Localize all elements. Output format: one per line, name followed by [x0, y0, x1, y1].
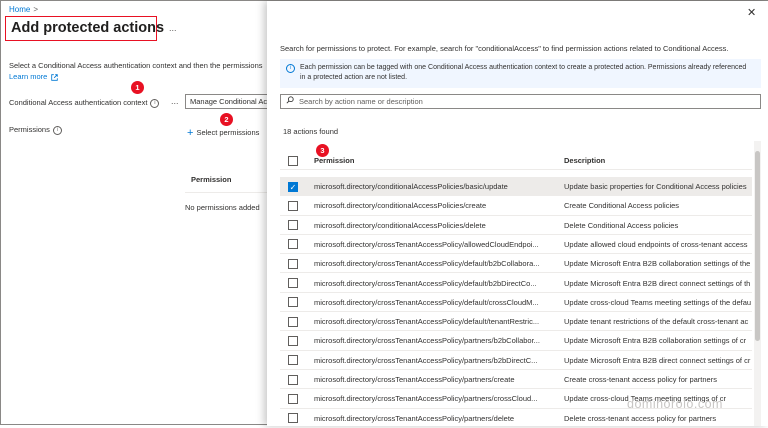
scrollbar-thumb[interactable]: [755, 151, 760, 341]
auth-context-dropdown[interactable]: Manage Conditional Ac: [185, 94, 275, 109]
row-checkbox[interactable]: [288, 374, 298, 385]
breadcrumb-home-link[interactable]: Home: [9, 5, 30, 14]
search-input[interactable]: [299, 95, 739, 108]
row-checkbox[interactable]: [288, 335, 298, 346]
row-checkbox[interactable]: [288, 220, 298, 231]
permission-cell: microsoft.directory/conditionalAccessPol…: [314, 182, 508, 191]
table-row[interactable]: microsoft.directory/conditionalAccessPol…: [280, 196, 752, 216]
step-badge-2: 2: [220, 113, 233, 126]
row-checkbox[interactable]: ✓: [288, 181, 298, 192]
breadcrumb: Home >: [9, 5, 38, 14]
breadcrumb-separator: >: [33, 5, 39, 14]
table-row[interactable]: microsoft.directory/crossTenantAccessPol…: [280, 274, 752, 293]
permission-cell: microsoft.directory/conditionalAccessPol…: [314, 220, 486, 230]
description-cell: Update allowed cloud endpoints of cross-…: [564, 239, 748, 249]
row-checkbox[interactable]: [288, 258, 298, 269]
table-header-row: Permission Description: [280, 151, 752, 171]
divider: [185, 192, 269, 193]
table-row[interactable]: microsoft.directory/crossTenantAccessPol…: [280, 331, 752, 351]
description-cell: Update Microsoft Entra B2B collaboration…: [564, 259, 751, 269]
select-all-checkbox[interactable]: [288, 155, 298, 166]
permission-cell: microsoft.directory/crossTenantAccessPol…: [314, 317, 540, 327]
empty-permissions-text: No permissions added: [185, 203, 260, 212]
permission-cell: microsoft.directory/conditionalAccessPol…: [314, 201, 487, 211]
permissions-label: Permissions: [9, 125, 50, 134]
learn-more-link[interactable]: Learn more: [9, 72, 59, 81]
row-checkbox[interactable]: [288, 413, 298, 424]
info-bar: Each permission can be tagged with one C…: [280, 59, 761, 88]
description-cell: Create cross-tenant access policy for pa…: [564, 375, 717, 384]
permissions-label-row: Permissions i: [9, 125, 62, 135]
description-cell: Create Conditional Access policies: [564, 201, 680, 211]
more-options-button[interactable]: ...: [169, 23, 177, 33]
page-title: Add protected actions: [11, 20, 165, 36]
description-cell: Update Microsoft Entra B2B direct connec…: [564, 278, 751, 288]
table-row[interactable]: microsoft.directory/crossTenantAccessPol…: [280, 351, 752, 370]
description-cell: Update Microsoft Entra B2B direct connec…: [564, 355, 751, 365]
info-icon[interactable]: i: [150, 98, 160, 108]
page-description: Select a Conditional Access authenticati…: [9, 61, 263, 70]
description-cell: Update cross-cloud Teams meeting setting…: [564, 297, 752, 307]
table-row[interactable]: microsoft.directory/crossTenantAccessPol…: [280, 312, 752, 332]
permission-cell: microsoft.directory/crossTenantAccessPol…: [314, 239, 539, 249]
results-count: 18 actions found: [283, 127, 339, 136]
select-permissions-label: Select permissions: [196, 127, 260, 137]
external-link-icon: [51, 73, 59, 81]
description-cell: Update tenant restrictions of the defaul…: [564, 317, 749, 327]
table-row[interactable]: microsoft.directory/conditionalAccessPol…: [280, 216, 752, 235]
auth-context-label: Conditional Access authentication contex…: [9, 98, 148, 107]
row-checkbox[interactable]: [288, 393, 298, 404]
permission-column-header: Permission: [314, 156, 355, 165]
row-checkbox[interactable]: [288, 355, 298, 366]
permission-cell: microsoft.directory/crossTenantAccessPol…: [314, 413, 515, 423]
description-cell: Delete Conditional Access policies: [564, 220, 679, 230]
permission-cell: microsoft.directory/crossTenantAccessPol…: [314, 278, 537, 288]
row-checkbox[interactable]: [288, 200, 298, 211]
description-column-header: Description: [564, 156, 606, 165]
permission-cell: microsoft.directory/crossTenantAccessPol…: [314, 355, 538, 365]
table-row[interactable]: microsoft.directory/crossTenantAccessPol…: [280, 293, 752, 313]
search-hint-text: Search for permissions to protect. For e…: [280, 44, 729, 53]
auth-context-label-row: Conditional Access authentication contex…: [9, 98, 160, 108]
select-permissions-button[interactable]: + Select permissions: [187, 127, 259, 139]
close-icon[interactable]: ✕: [747, 6, 756, 19]
table-row[interactable]: microsoft.directory/crossTenantAccessPol…: [280, 254, 752, 274]
learn-more-label: Learn more: [9, 72, 48, 81]
table-row[interactable]: microsoft.directory/crossTenantAccessPol…: [280, 370, 752, 390]
permission-cell: microsoft.directory/crossTenantAccessPol…: [314, 297, 539, 307]
permission-column-header: Permission: [191, 175, 232, 184]
description-cell: Delete cross-tenant access policy for pa…: [564, 413, 717, 423]
table-row[interactable]: ✓ microsoft.directory/conditionalAccessPo…: [280, 177, 752, 197]
info-icon: i: [286, 64, 295, 73]
permission-cell: microsoft.directory/crossTenantAccessPol…: [314, 394, 538, 404]
step-badge-1: 1: [131, 81, 144, 94]
info-icon[interactable]: i: [52, 125, 62, 135]
permission-cell: microsoft.directory/crossTenantAccessPol…: [314, 259, 540, 269]
row-checkbox[interactable]: [288, 297, 298, 308]
plus-icon: +: [187, 127, 194, 139]
permission-cell: microsoft.directory/crossTenantAccessPol…: [314, 336, 540, 346]
permission-cell: microsoft.directory/crossTenantAccessPol…: [314, 375, 515, 384]
description-cell: Update basic properties for Conditional …: [564, 182, 747, 191]
search-icon: [286, 96, 294, 104]
row-checkbox[interactable]: [288, 316, 298, 327]
watermark: dominorolo.com: [627, 397, 723, 411]
row-checkbox[interactable]: [288, 278, 298, 288]
table-row[interactable]: microsoft.directory/crossTenantAccessPol…: [280, 235, 752, 255]
auth-context-more-button[interactable]: ...: [171, 96, 179, 106]
row-checkbox[interactable]: [288, 239, 298, 250]
description-cell: Update Microsoft Entra B2B collaboration…: [564, 336, 747, 346]
